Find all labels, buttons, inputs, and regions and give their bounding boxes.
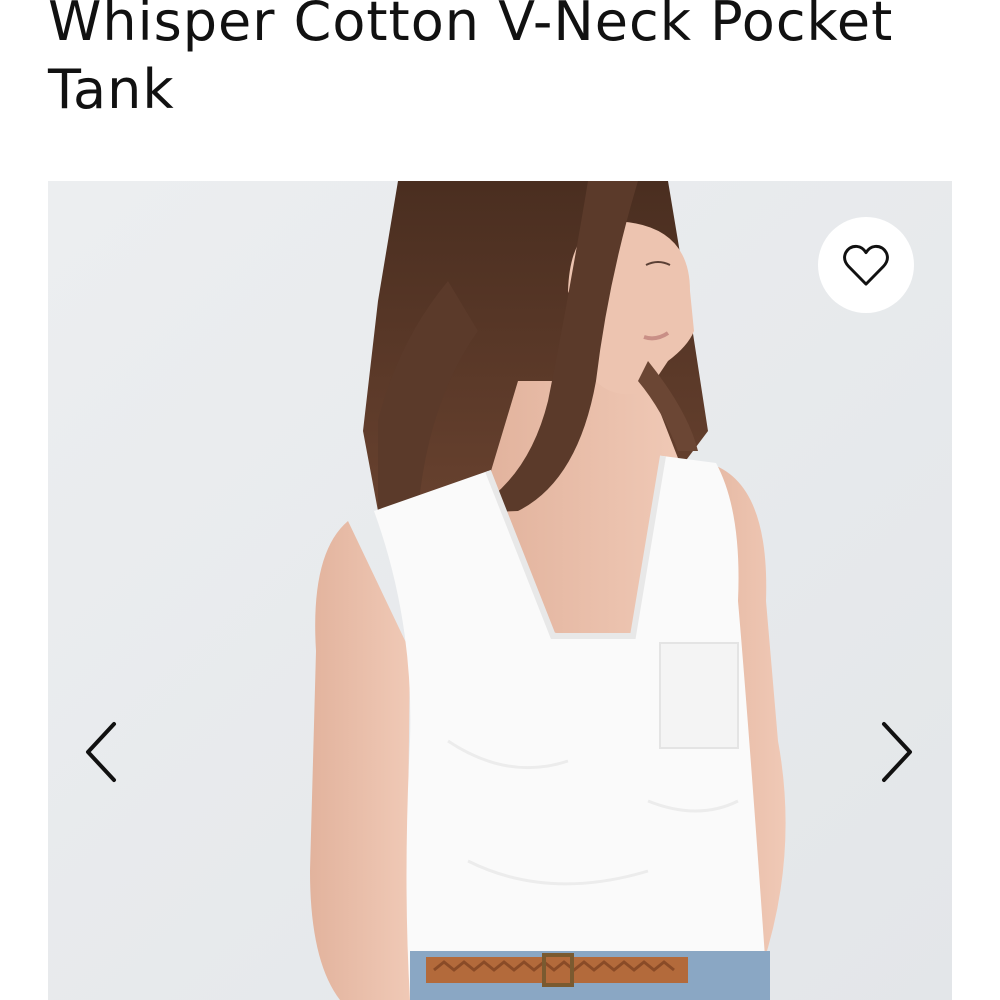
previous-image-button[interactable] — [76, 716, 124, 788]
favorite-button[interactable] — [818, 217, 914, 313]
chevron-left-icon — [86, 722, 116, 782]
product-photo — [48, 181, 952, 1000]
chevron-right-icon — [882, 722, 912, 782]
product-page: Whisper Cotton V-Neck Pocket Tank — [0, 0, 1000, 1000]
heart-outline-icon — [843, 244, 889, 286]
product-image-gallery[interactable] — [48, 181, 952, 1000]
next-image-button[interactable] — [874, 716, 922, 788]
product-title: Whisper Cotton V-Neck Pocket Tank — [48, 0, 894, 121]
